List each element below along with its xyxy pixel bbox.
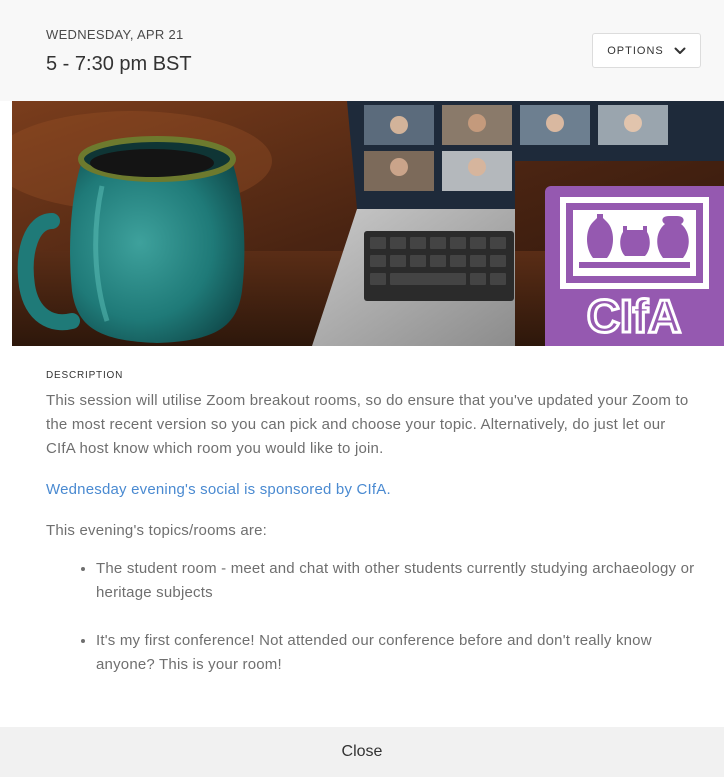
topics-intro: This evening's topics/rooms are: [46, 522, 268, 539]
event-date: WEDNESDAY, APR 21 [46, 27, 184, 42]
modal-footer: Close [0, 727, 724, 777]
event-time: 5 - 7:30 pm BST [46, 53, 192, 75]
chevron-down-icon [674, 47, 686, 54]
close-button[interactable]: Close [312, 735, 413, 769]
description-label: DESCRIPTION [46, 370, 124, 381]
options-label: OPTIONS [607, 44, 664, 57]
cifa-logo-wordmark: CIfA [585, 289, 683, 344]
svg-text:CIfA: CIfA [587, 290, 682, 342]
sponsor-note: Wednesday evening's social is sponsored … [46, 481, 391, 498]
description-body: This session will utilise Zoom breakout … [46, 392, 689, 457]
options-button[interactable]: OPTIONS [592, 33, 701, 68]
event-header: WEDNESDAY, APR 21 5 - 7:30 pm BST OPTION… [0, 0, 724, 101]
list-item: The student room - meet and chat with ot… [96, 557, 696, 605]
topics-list: The student room - meet and chat with ot… [46, 557, 696, 677]
list-item: It's my first conference! Not attended o… [96, 629, 696, 677]
event-details-modal: WEDNESDAY, APR 21 5 - 7:30 pm BST OPTION… [0, 0, 724, 777]
cifa-logo: CIfA [545, 186, 724, 346]
event-banner: CIfA [12, 101, 724, 346]
event-description: DESCRIPTION This session will utilise Zo… [46, 356, 696, 701]
cifa-logo-mark: CIfA [560, 197, 709, 344]
